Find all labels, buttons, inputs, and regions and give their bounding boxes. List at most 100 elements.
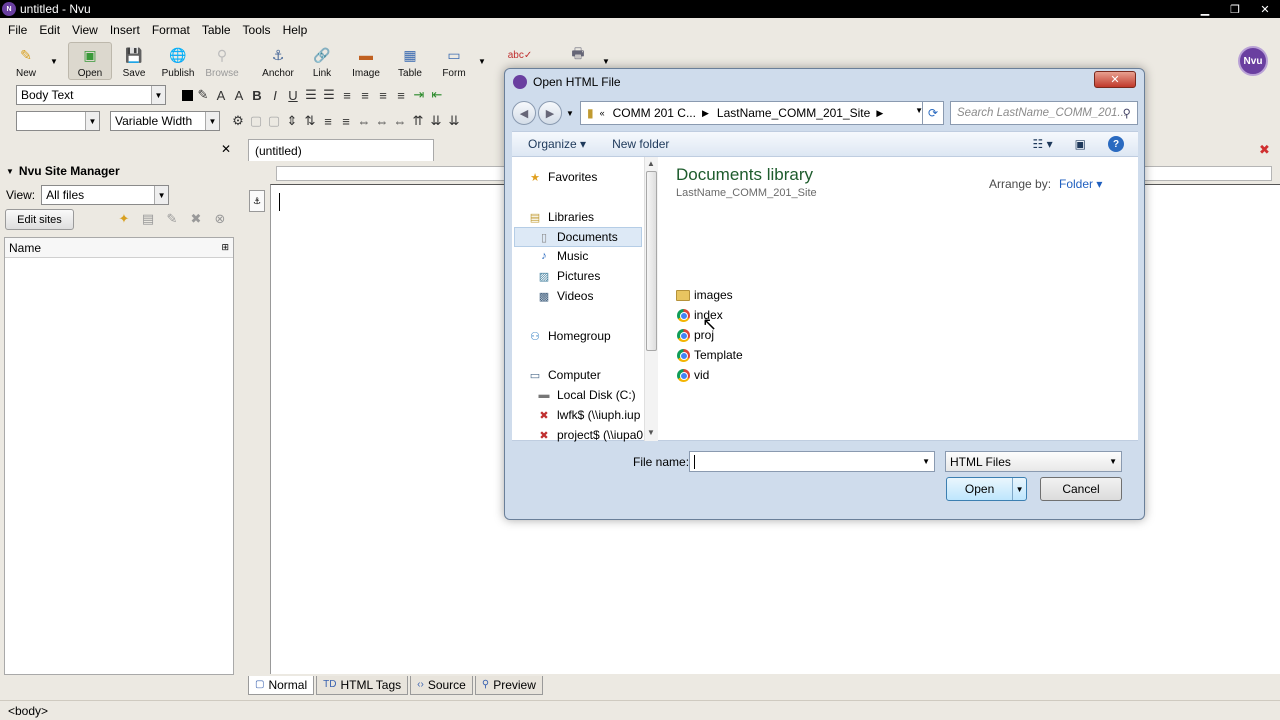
organize-menu[interactable]: Organize ▾: [528, 137, 586, 151]
form-button[interactable]: ▭ Form: [432, 42, 476, 80]
close-icon[interactable]: ✕: [1250, 0, 1280, 18]
align-top-icon[interactable]: ≡: [320, 112, 336, 130]
anchor-button[interactable]: ⚓ Anchor: [256, 42, 300, 80]
outdent-icon[interactable]: ⇤: [429, 86, 445, 104]
new-folder-icon[interactable]: ✦: [112, 211, 136, 227]
maximize-icon[interactable]: ❐: [1220, 0, 1250, 18]
list-item[interactable]: vid: [676, 365, 743, 385]
menu-insert[interactable]: Insert: [104, 23, 146, 37]
menu-edit[interactable]: Edit: [33, 23, 66, 37]
width-mode-select[interactable]: Variable Width ▼: [110, 111, 220, 131]
menu-table[interactable]: Table: [196, 23, 237, 37]
file-type-select[interactable]: HTML Files ▼: [945, 451, 1122, 472]
save-button[interactable]: 💾 Save: [112, 42, 156, 80]
address-bar[interactable]: ▮ « COMM 201 C... ▶ LastName_COMM_201_Si…: [580, 101, 942, 125]
stack-icon[interactable]: ⇊: [446, 112, 462, 130]
paragraph-style-select[interactable]: Body Text ▼: [16, 85, 166, 105]
bullet-list-icon[interactable]: ☰: [303, 86, 319, 104]
nav-libraries[interactable]: ▤ Libraries: [528, 210, 594, 224]
absolute-position-icon[interactable]: ⇕: [284, 112, 300, 130]
menu-tools[interactable]: Tools: [237, 23, 277, 37]
menu-view[interactable]: View: [66, 23, 104, 37]
publish-button[interactable]: 🌐 Publish: [156, 42, 200, 80]
forward-button[interactable]: ▶: [538, 101, 562, 125]
browse-button[interactable]: ⚲ Browse: [200, 42, 244, 80]
stack-up-icon[interactable]: ⇈: [410, 112, 426, 130]
site-manager-header[interactable]: ▼ Nvu Site Manager: [6, 164, 120, 178]
navigation-scrollbar[interactable]: ▲ ▼: [644, 157, 658, 441]
table-button[interactable]: ▦ Table: [388, 42, 432, 80]
nav-documents[interactable]: ▯ Documents: [514, 227, 642, 247]
new-folder-button[interactable]: New folder: [612, 137, 669, 151]
nav-music[interactable]: ♪ Music: [537, 249, 588, 263]
menu-format[interactable]: Format: [146, 23, 196, 37]
site-file-tree[interactable]: Name ⊞: [4, 237, 234, 675]
chevron-down-icon[interactable]: ▼: [922, 457, 930, 466]
tab-source[interactable]: ‹› Source: [410, 675, 473, 695]
name-column-header[interactable]: Name ⊞: [5, 238, 233, 258]
layer-front-icon[interactable]: ▢: [248, 112, 264, 130]
numbered-list-icon[interactable]: ☰: [321, 86, 337, 104]
open-button[interactable]: ▣ Open: [68, 42, 112, 80]
align-bottom-icon[interactable]: ≡: [338, 112, 354, 130]
layer-back-icon[interactable]: ▢: [266, 112, 282, 130]
change-view-icon[interactable]: ☷ ▾: [1033, 137, 1053, 151]
scroll-thumb[interactable]: [646, 171, 657, 351]
list-item[interactable]: images: [676, 285, 743, 305]
nav-homegroup[interactable]: ⚇ Homegroup: [528, 329, 611, 343]
edit-sites-button[interactable]: Edit sites: [5, 209, 74, 230]
rename-icon[interactable]: ✎: [160, 211, 184, 227]
breadcrumb-current[interactable]: LastName_COMM_201_Site: [717, 106, 870, 120]
close-tab-icon[interactable]: ✖: [1259, 142, 1270, 158]
list-item[interactable]: Template: [676, 345, 743, 365]
new-button[interactable]: ✎ New: [4, 42, 48, 80]
arrange-by-dropdown[interactable]: Folder ▾: [1059, 177, 1102, 191]
view-filter-select[interactable]: All files ▼: [41, 185, 170, 205]
distribute3-icon[interactable]: ⇔: [392, 112, 408, 130]
delete-icon[interactable]: ✖: [184, 211, 208, 227]
bold-icon[interactable]: B: [249, 86, 265, 104]
dialog-close-button[interactable]: ✕: [1094, 71, 1136, 88]
tag-path[interactable]: <body>: [8, 704, 48, 718]
italic-icon[interactable]: I: [267, 86, 283, 104]
text-color-icon[interactable]: [182, 89, 193, 101]
nav-pictures[interactable]: ▨ Pictures: [537, 269, 601, 283]
tab-preview[interactable]: ⚲ Preview: [474, 675, 543, 695]
menu-help[interactable]: Help: [277, 23, 314, 37]
font-size-icon[interactable]: A: [213, 86, 229, 104]
nav-network-drive-2[interactable]: ✖ project$ (\\iupa0: [537, 428, 647, 442]
font-select[interactable]: ▼: [16, 111, 100, 131]
nav-favorites[interactable]: ★ Favorites: [528, 170, 597, 184]
align-left-icon[interactable]: ≡: [339, 86, 355, 104]
cancel-button[interactable]: Cancel: [1040, 477, 1122, 501]
new-dropdown[interactable]: ▼: [48, 42, 60, 80]
scroll-up-icon[interactable]: ▲: [647, 159, 655, 168]
preview-pane-icon[interactable]: ▣: [1075, 137, 1086, 151]
search-input[interactable]: Search LastName_COMM_201... ⚲: [950, 101, 1138, 125]
tab-html-tags[interactable]: TD HTML Tags: [316, 675, 409, 695]
nav-local-disk[interactable]: ▬ Local Disk (C:): [537, 388, 636, 402]
refresh-site-icon[interactable]: ▤: [136, 211, 160, 227]
highlight-icon[interactable]: ✎: [195, 86, 211, 104]
search-icon[interactable]: ⚲: [1123, 106, 1131, 120]
align-right-icon[interactable]: ≡: [375, 86, 391, 104]
menu-file[interactable]: File: [2, 23, 33, 37]
help-icon[interactable]: ?: [1108, 136, 1124, 152]
font-size-up-icon[interactable]: A: [231, 86, 247, 104]
open-button[interactable]: Open ▼: [946, 477, 1027, 501]
distribute-icon[interactable]: ⇔: [356, 112, 372, 130]
nav-network-drive-1[interactable]: ✖ lwfk$ (\\iuph.iup: [537, 408, 647, 422]
column-picker-icon[interactable]: ⊞: [221, 242, 229, 253]
minimize-icon[interactable]: ▁: [1190, 0, 1220, 18]
stop-icon[interactable]: ⊗: [208, 211, 232, 227]
underline-icon[interactable]: U: [285, 86, 301, 104]
back-button[interactable]: ◀: [512, 101, 536, 125]
indent-icon[interactable]: ⇥: [411, 86, 427, 104]
layer-icon[interactable]: ⚙: [230, 112, 246, 130]
breadcrumb-parent[interactable]: COMM 201 C...: [613, 106, 696, 120]
scroll-down-icon[interactable]: ▼: [647, 428, 655, 437]
stack-down-icon[interactable]: ⇊: [428, 112, 444, 130]
link-button[interactable]: 🔗 Link: [300, 42, 344, 80]
editor-tab-untitled[interactable]: (untitled): [248, 139, 434, 161]
tab-normal[interactable]: ▢ Normal: [248, 675, 315, 695]
